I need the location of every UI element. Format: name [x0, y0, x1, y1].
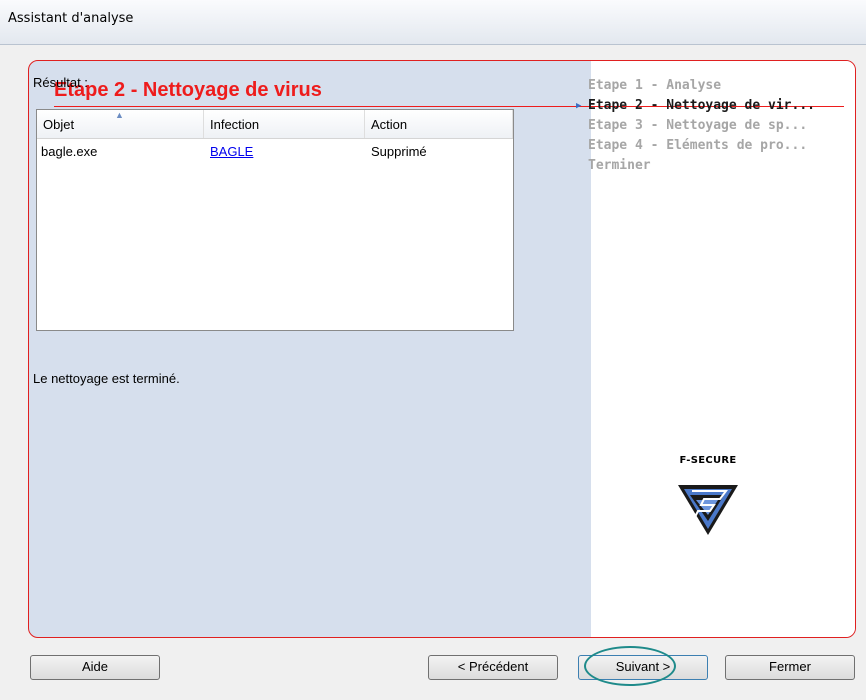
- column-header-object[interactable]: Objet ▲: [37, 110, 204, 138]
- status-message: Le nettoyage est terminé.: [33, 371, 180, 386]
- step-virus-cleanup: ▶ Etape 2 - Nettoyage de vir...: [576, 96, 828, 116]
- step-spyware-cleanup: Etape 3 - Nettoyage de sp...: [588, 118, 808, 133]
- wizard-steps: Etape 1 - Analyse ▶ Etape 2 - Nettoyage …: [576, 76, 828, 176]
- current-step-icon: ▶: [576, 101, 582, 111]
- page-title: Etape 2 - Nettoyage de virus: [54, 79, 322, 101]
- next-button[interactable]: Suivant >: [578, 655, 708, 680]
- help-button[interactable]: Aide: [30, 655, 160, 680]
- column-header-infection[interactable]: Infection: [204, 110, 365, 138]
- infection-link[interactable]: BAGLE: [210, 144, 253, 159]
- sort-ascending-icon: ▲: [115, 110, 124, 120]
- step-program-items: Etape 4 - Eléments de pro...: [588, 138, 808, 153]
- table-row[interactable]: bagle.exe BAGLE Supprimé: [37, 139, 513, 163]
- results-table: Objet ▲ Infection Action bagle.exe BAGLE…: [36, 109, 514, 331]
- table-header: Objet ▲ Infection Action: [37, 110, 513, 139]
- column-header-action[interactable]: Action: [365, 110, 513, 138]
- f-secure-shield-icon: [678, 485, 738, 535]
- previous-button[interactable]: < Précédent: [428, 655, 558, 680]
- f-secure-logo: F-SECURE: [668, 455, 748, 535]
- close-button[interactable]: Fermer: [725, 655, 855, 680]
- step-finish: Terminer: [588, 158, 651, 173]
- cell-action: Supprimé: [371, 144, 427, 159]
- step-analyse: Etape 1 - Analyse: [588, 78, 722, 93]
- result-label: Résultat :: [33, 75, 88, 90]
- cell-object: bagle.exe: [41, 144, 98, 159]
- window-titlebar: Assistant d'analyse: [0, 0, 866, 45]
- window-title: Assistant d'analyse: [8, 11, 134, 26]
